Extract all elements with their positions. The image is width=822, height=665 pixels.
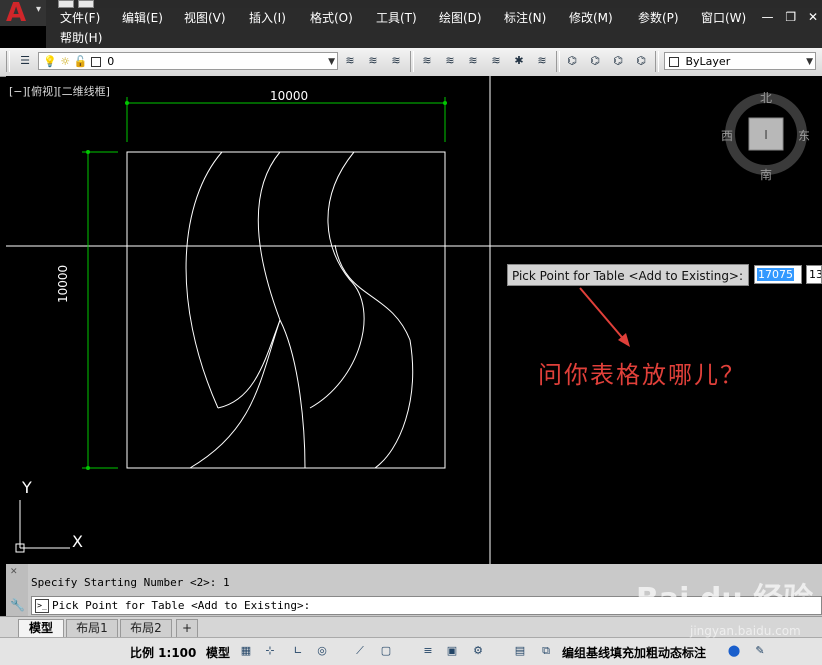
dim-text-horizontal: 10000 [270,89,309,103]
wave-curve [185,151,223,409]
close-icon[interactable]: ✕ [10,567,18,577]
ortho-icon[interactable]: ∟ [290,643,306,659]
object-snap-icon[interactable]: ▢ [378,643,394,659]
dynamic-input-x-field[interactable]: 17075 [754,265,802,284]
dim-tick [86,466,90,470]
dynamic-input-prompt: Pick Point for Table <Add to Existing>: [507,264,749,286]
command-window-grip[interactable]: ✕ 🔧 [6,564,28,616]
lineweight-icon[interactable]: ≡ [420,643,436,659]
viewcube-north[interactable]: 北 [760,89,772,106]
svg-text:I: I [764,128,768,142]
status-bar: 比例 1:100 模型 ▦ ⊹ ∟ ◎ ⟋ ▢ ≡ ▣ ⚙ ▤ ⧉ 编组基线填充… [0,637,822,665]
dynamic-input-x-value: 17075 [757,268,794,281]
dynamic-input-y-field[interactable]: 13 [806,265,822,284]
wrench-icon[interactable]: 🔧 [10,598,25,612]
wave-curve [334,244,414,469]
square-outline [126,151,446,469]
dim-tick [125,101,129,105]
wave-curve [217,319,281,409]
isolate-objects-icon[interactable]: ⬤ [726,643,742,659]
command-current-text: Pick Point for Table <Add to Existing>: [52,599,311,612]
hardware-acceleration-icon[interactable]: ✎ [752,643,768,659]
transparency-icon[interactable]: ▣ [444,643,460,659]
dim-text-vertical: 10000 [56,264,70,303]
workspace-icon[interactable]: ⧉ [538,643,554,659]
viewcube-west[interactable]: 西 [721,127,733,144]
wave-curve [189,151,281,469]
dim-tick [443,101,447,105]
snap-icon[interactable]: ⊹ [262,643,278,659]
viewcube-south[interactable]: 南 [760,166,772,183]
baidu-watermark: Bai du 经验 [636,582,814,617]
annotation-monitor-icon[interactable]: ▤ [512,643,528,659]
gear-icon[interactable]: ⚙ [470,643,486,659]
status-right-text: 编组基线填充加粗动态标注 [562,646,707,660]
polar-icon[interactable]: ◎ [314,643,330,659]
grid-icon[interactable]: ▦ [238,643,254,659]
ucs-x-label: X [72,532,83,551]
model-space-toggle[interactable]: 模型 [206,644,230,661]
annotation-arrow [579,287,627,343]
ucs-y-label: Y [22,478,32,497]
viewcube-east[interactable]: 东 [798,127,810,144]
watermark-url: jingyan.baidu.com [690,624,801,638]
viewport-controls-label[interactable]: [−][俯视][二维线框] [9,83,110,99]
add-layout-button[interactable]: + [176,619,198,637]
osnap-tracking-icon[interactable]: ⟋ [352,643,368,659]
command-history: Specify Starting Number <2>: 1 [31,576,230,589]
tab-layout1[interactable]: 布局1 [66,619,118,637]
annotation-scale[interactable]: 比例 1:100 [130,644,196,661]
dim-tick [86,150,90,154]
command-prompt-icon[interactable]: >_ [35,599,49,613]
wave-curve [309,151,365,409]
tab-model[interactable]: 模型 [18,619,64,637]
annotation-text: 问你表格放哪儿？ [538,361,746,389]
wave-curve [279,319,306,469]
tab-layout2[interactable]: 布局2 [120,619,172,637]
